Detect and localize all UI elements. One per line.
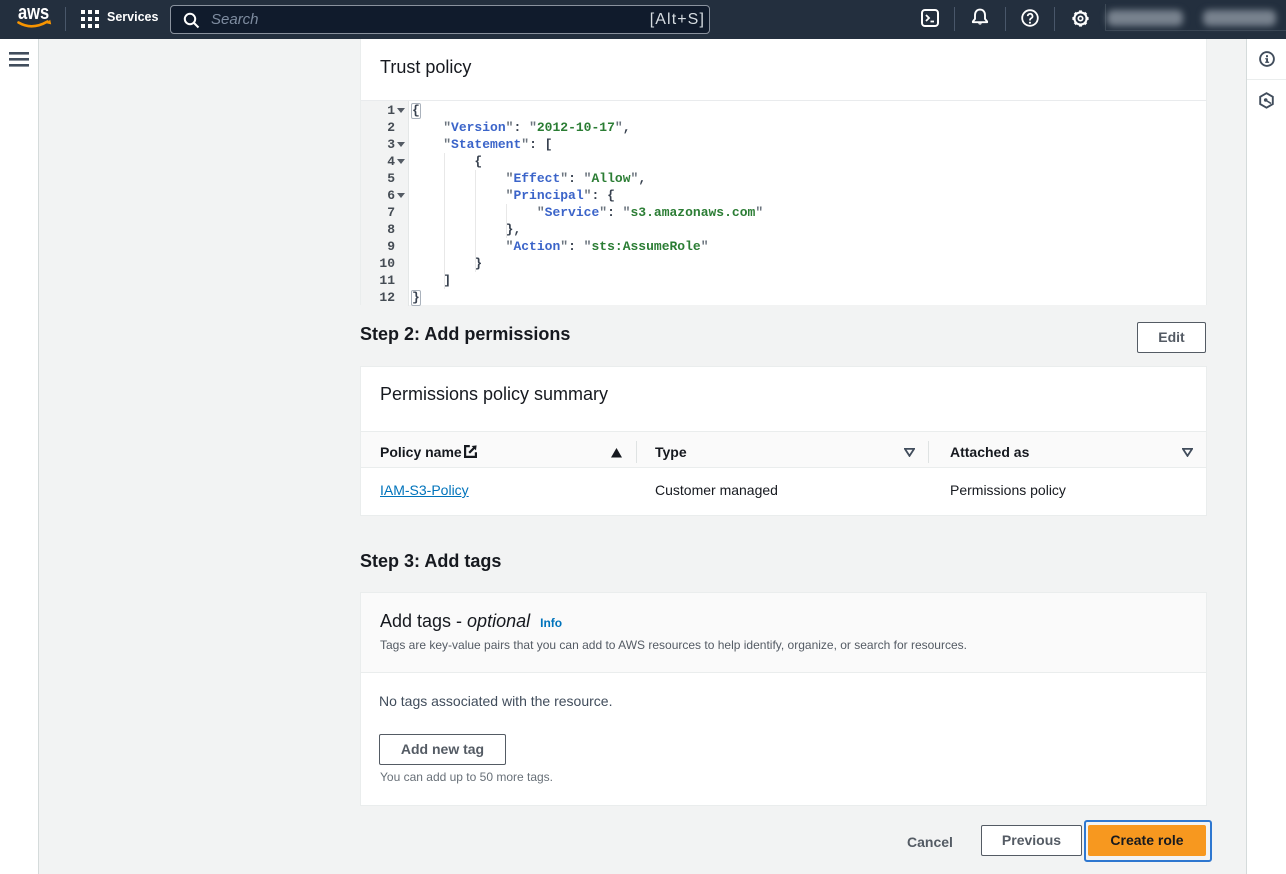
svg-text:aws: aws [18,4,49,24]
